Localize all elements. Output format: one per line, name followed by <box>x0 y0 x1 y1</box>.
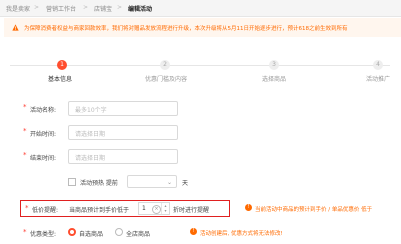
form-row-end: * 结束时间: 请选择日期 <box>0 149 401 167</box>
notice-banner: 为保障消费者权益与商家回款效率，我们将对赠品发放流程进行升级，本次升级将从5月1… <box>4 18 401 37</box>
required-mark: * <box>25 204 29 212</box>
step-track <box>10 65 390 66</box>
step-progress: 1 基本信息 2 优惠门槛及内容 3 选择商品 4 活动推广 <box>0 44 401 84</box>
breadcrumb: 我是卖家 > 营销工作台 > 店铺宝 > 编辑活动 <box>0 0 401 17</box>
radio-selected-goods[interactable] <box>68 228 76 236</box>
info-icon: ! <box>245 204 252 211</box>
breadcrumb-separator: > <box>117 4 123 11</box>
start-date-placeholder: 请选择日期 <box>75 131 106 138</box>
breadcrumb-item-workbench[interactable]: 营销工作台 <box>46 4 76 13</box>
radio-selected-goods-label[interactable]: 自选商品 <box>79 229 103 238</box>
step-4-dot: 4 <box>373 60 383 70</box>
step-3-label: 选择商品 <box>262 76 287 83</box>
discount-type-hint: 活动创建后, 优惠方式将无法修改! <box>200 231 283 237</box>
end-date-placeholder: 请选择日期 <box>75 155 106 162</box>
info-icon: ! <box>190 228 197 235</box>
radio-all-goods-label[interactable]: 全店商品 <box>126 229 150 238</box>
step-1-label: 基本信息 <box>48 76 73 83</box>
step-1-dot: 1 <box>57 60 67 70</box>
required-mark: * <box>23 228 27 236</box>
breadcrumb-item-shop[interactable]: 店铺宝 <box>94 4 112 13</box>
warning-icon <box>12 24 19 31</box>
step-2-dot: 2 <box>160 60 170 70</box>
start-label: 开始时间: <box>30 131 57 138</box>
breadcrumb-item-current: 编辑活动 <box>128 6 153 13</box>
low-price-hint: 当前活动中商品的预计到手价 / 单品优惠价 低于 <box>255 207 373 213</box>
notice-text: 为保障消费者权益与商家回款效率，我们将对赠品发放流程进行升级，本次升级将从5月1… <box>24 26 348 32</box>
discount-threshold-value: 1 <box>142 205 146 212</box>
form-row-discount-type: * 优惠类型: 自选商品 全店商品 ! 活动创建后, 优惠方式将无法修改! <box>0 226 401 244</box>
preheat-days-select[interactable]: ⌄ <box>127 175 177 188</box>
end-date-picker[interactable]: 请选择日期 <box>68 149 178 164</box>
form-row-low-price: * 低价提醒: 当商品预计到手价低于 1 × ▴ ▾ 折时进行提醒 ! 当前活动中… <box>0 202 401 220</box>
breadcrumb-separator: > <box>83 4 89 11</box>
start-date-picker[interactable]: 请选择日期 <box>68 125 178 140</box>
activity-name-input[interactable]: 最多10个字 <box>68 101 178 116</box>
breadcrumb-item-seller[interactable]: 我是卖家 <box>6 4 30 13</box>
form-row-preheat: 活动预热 提前 ⌄ 天 <box>0 175 401 193</box>
low-price-label: 低价提醒: <box>32 207 59 214</box>
preheat-label: 活动预热 提前 <box>80 180 118 187</box>
preheat-checkbox[interactable] <box>68 178 76 186</box>
low-price-text-after: 折时进行提醒 <box>173 207 210 214</box>
clear-icon[interactable]: × <box>152 205 161 214</box>
low-price-text-before: 当商品预计到手价低于 <box>69 207 130 214</box>
form-row-name: * 活动名称: 最多10个字 <box>0 101 401 119</box>
step-4-label: 活动推广 <box>366 76 391 83</box>
name-label: 活动名称: <box>30 107 57 114</box>
preheat-unit: 天 <box>182 180 189 187</box>
activity-name-placeholder: 最多10个字 <box>75 107 107 114</box>
radio-all-goods[interactable] <box>115 228 123 236</box>
required-mark: * <box>23 151 27 159</box>
discount-threshold-stepper[interactable]: 1 × ▴ ▾ <box>138 202 170 215</box>
required-mark: * <box>23 127 27 135</box>
end-label: 结束时间: <box>30 155 57 162</box>
discount-type-label: 优惠类型: <box>30 231 57 238</box>
step-3-dot: 3 <box>269 60 279 70</box>
step-2-label: 优惠门槛及内容 <box>145 76 188 83</box>
chevron-down-icon: ⌄ <box>166 179 172 186</box>
required-mark: * <box>23 103 27 111</box>
form-row-start: * 开始时间: 请选择日期 <box>0 125 401 143</box>
breadcrumb-separator: > <box>34 4 40 11</box>
stepper-arrows-icon[interactable]: ▴ ▾ <box>161 203 169 214</box>
